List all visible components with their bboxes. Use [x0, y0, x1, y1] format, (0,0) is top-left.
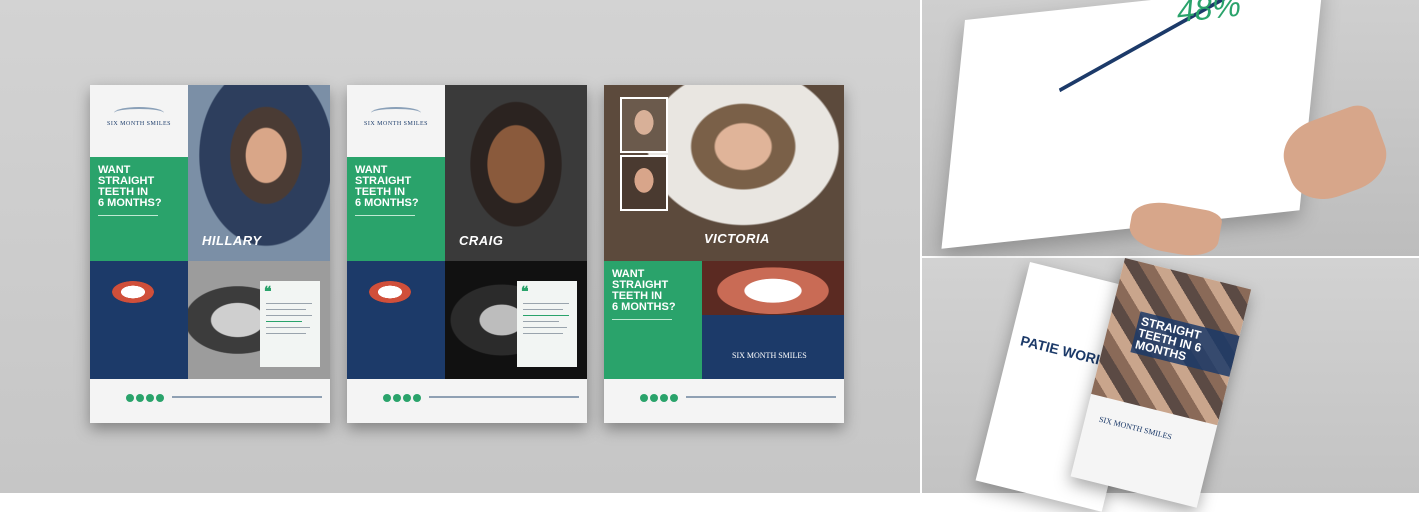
youtube-icon: [156, 394, 164, 402]
teeth-image: [112, 281, 154, 303]
headline-block: WANT STRAIGHT TEETH IN 6 MONTHS?: [90, 157, 188, 261]
footer: [604, 379, 844, 423]
footer: [90, 379, 330, 423]
footer-text: [686, 396, 836, 398]
flyer-hillary: SIX MONTH SMILES WANT STRAIGHT TEETH IN …: [90, 85, 330, 423]
thumbnail-after: [620, 155, 668, 211]
logo-text: SIX MONTH SMILES: [732, 351, 807, 360]
divider: [612, 319, 672, 320]
logo-text: SIX MONTH SMILES: [363, 121, 428, 127]
headline-block: WANT STRAIGHT TEETH IN 6 MONTHS?: [604, 261, 702, 379]
youtube-icon: [413, 394, 421, 402]
quote-icon: ❝: [521, 283, 529, 299]
smile-closeup: [702, 261, 844, 315]
instagram-icon: [403, 394, 411, 402]
twitter-icon: [393, 394, 401, 402]
teeth-image: [369, 281, 411, 303]
footer: [347, 379, 587, 423]
facebook-icon: [383, 394, 391, 402]
logo-text: SIX MONTH SMILES: [106, 121, 171, 127]
instagram-icon: [660, 394, 668, 402]
brochure-side-text: PATIE WORI: [1018, 332, 1102, 368]
flyer-craig: SIX MONTH SMILES WANT STRAIGHT TEETH IN …: [347, 85, 587, 423]
youtube-icon: [670, 394, 678, 402]
twitter-icon: [136, 394, 144, 402]
brochure-logo: SIX MONTH SMILES: [1098, 414, 1173, 442]
smile-arc-icon: [371, 107, 421, 119]
facebook-icon: [640, 394, 648, 402]
headline: WANT STRAIGHT TEETH IN 6 MONTHS?: [355, 164, 419, 209]
patient-name: VICTORIA: [704, 231, 770, 246]
logo-block: SIX MONTH SMILES: [347, 85, 445, 157]
patient-name: CRAIG: [459, 233, 504, 248]
smile-arc-icon: [114, 107, 164, 119]
quote-card: ❝: [260, 281, 320, 367]
facebook-icon: [126, 394, 134, 402]
flyer-victoria: VICTORIA WANT STRAIGHT TEETH IN 6 MONTHS…: [604, 85, 844, 423]
patient-name: HILLARY: [202, 233, 262, 248]
thumbnail-before: [620, 97, 668, 153]
headline: WANT STRAIGHT TEETH IN 6 MONTHS?: [612, 268, 676, 313]
flyer-mockup-stage: SIX MONTH SMILES WANT STRAIGHT TEETH IN …: [0, 0, 920, 493]
footer-text: [429, 396, 579, 398]
stat-percentage: 48%: [1175, 0, 1243, 30]
quote-icon: ❝: [264, 283, 272, 299]
logo-panel: SIX MONTH SMILES: [702, 315, 844, 379]
headline: WANT STRAIGHT TEETH IN 6 MONTHS?: [98, 164, 162, 209]
quote-card: ❝: [517, 281, 577, 367]
headline-block: WANT STRAIGHT TEETH IN 6 MONTHS?: [347, 157, 445, 261]
logo-block: SIX MONTH SMILES: [90, 85, 188, 157]
twitter-icon: [650, 394, 658, 402]
divider: [98, 215, 158, 216]
footer-text: [172, 396, 322, 398]
divider: [355, 215, 415, 216]
instagram-icon: [146, 394, 154, 402]
